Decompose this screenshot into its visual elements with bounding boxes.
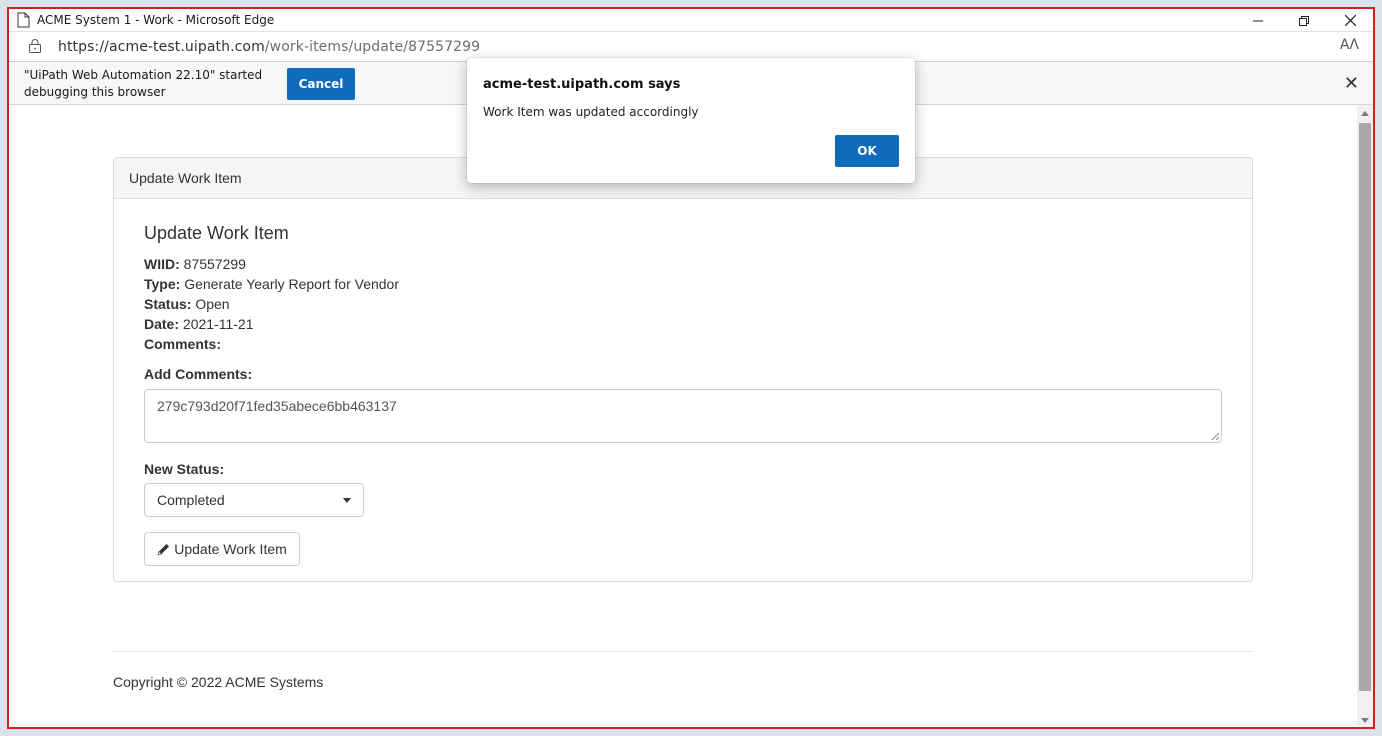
comments-textarea[interactable]: 279c793d20f71fed35abece6bb463137	[144, 389, 1222, 443]
field-label: Type:	[144, 276, 181, 292]
minimize-icon	[1253, 20, 1263, 21]
field-status: Status: Open	[144, 296, 230, 312]
pencil-icon	[157, 543, 170, 555]
dialog-message: Work Item was updated accordingly	[483, 105, 699, 119]
cancel-debug-button[interactable]: Cancel	[287, 68, 355, 100]
read-aloud-icon[interactable]: AɅ	[1340, 37, 1359, 53]
add-comments-label: Add Comments:	[144, 366, 253, 382]
field-wiid: WIID: 87557299	[144, 256, 246, 272]
update-button-label: Update Work Item	[174, 541, 287, 557]
footer-copyright: Copyright © 2022 ACME Systems	[113, 674, 324, 690]
minimize-button[interactable]	[1235, 9, 1281, 32]
field-comments: Comments:	[144, 336, 221, 352]
field-value: 87557299	[183, 256, 246, 272]
form-title: Update Work Item	[144, 223, 289, 243]
alert-dialog: acme-test.uipath.com says Work Item was …	[467, 58, 915, 183]
scroll-down-icon[interactable]	[1361, 718, 1369, 723]
status-select[interactable]: Completed	[144, 483, 364, 517]
update-panel: Update Work Item Update Work Item WIID: …	[113, 157, 1253, 582]
resize-grip-icon[interactable]	[1211, 432, 1219, 440]
infobar-close-icon[interactable]: ✕	[1344, 73, 1359, 94]
update-work-item-button[interactable]: Update Work Item	[144, 532, 300, 566]
lock-icon[interactable]	[29, 39, 41, 53]
close-icon	[1344, 15, 1356, 26]
vertical-scrollbar[interactable]	[1357, 105, 1373, 727]
ok-button[interactable]: OK	[835, 135, 899, 167]
comments-value: 279c793d20f71fed35abece6bb463137	[157, 398, 397, 414]
restore-button[interactable]	[1281, 9, 1327, 32]
chevron-down-icon	[343, 498, 351, 503]
field-value: Open	[195, 296, 230, 312]
url-text[interactable]: https://acme-test.uipath.com/work-items/…	[58, 39, 480, 55]
field-value: Generate Yearly Report for Vendor	[184, 276, 400, 292]
field-value: 2021-11-21	[182, 316, 254, 332]
field-label: WIID:	[144, 256, 180, 272]
scroll-thumb[interactable]	[1359, 123, 1371, 691]
field-date: Date: 2021-11-21	[144, 316, 253, 332]
field-type: Type: Generate Yearly Report for Vendor	[144, 276, 399, 292]
title-bar: ACME System 1 - Work - Microsoft Edge	[9, 9, 1373, 32]
url-path: /work-items/update/87557299	[264, 39, 481, 55]
scroll-up-icon[interactable]	[1361, 111, 1369, 116]
page-icon	[17, 12, 30, 28]
footer-divider	[113, 651, 1253, 652]
field-label: Status:	[144, 296, 192, 312]
dialog-title: acme-test.uipath.com says	[483, 77, 681, 92]
page-viewport: Update Work Item Update Work Item WIID: …	[9, 105, 1373, 727]
field-label: Date:	[144, 316, 180, 332]
url-host: https://acme-test.uipath.com	[58, 39, 265, 55]
new-status-label: New Status:	[144, 461, 225, 477]
window-title: ACME System 1 - Work - Microsoft Edge	[37, 13, 275, 27]
window-close-button[interactable]	[1327, 9, 1373, 32]
infobar-message: "UiPath Web Automation 22.10" started de…	[24, 68, 263, 99]
status-selected-value: Completed	[157, 492, 225, 508]
field-label: Comments:	[144, 336, 222, 352]
restore-icon	[1299, 15, 1309, 26]
